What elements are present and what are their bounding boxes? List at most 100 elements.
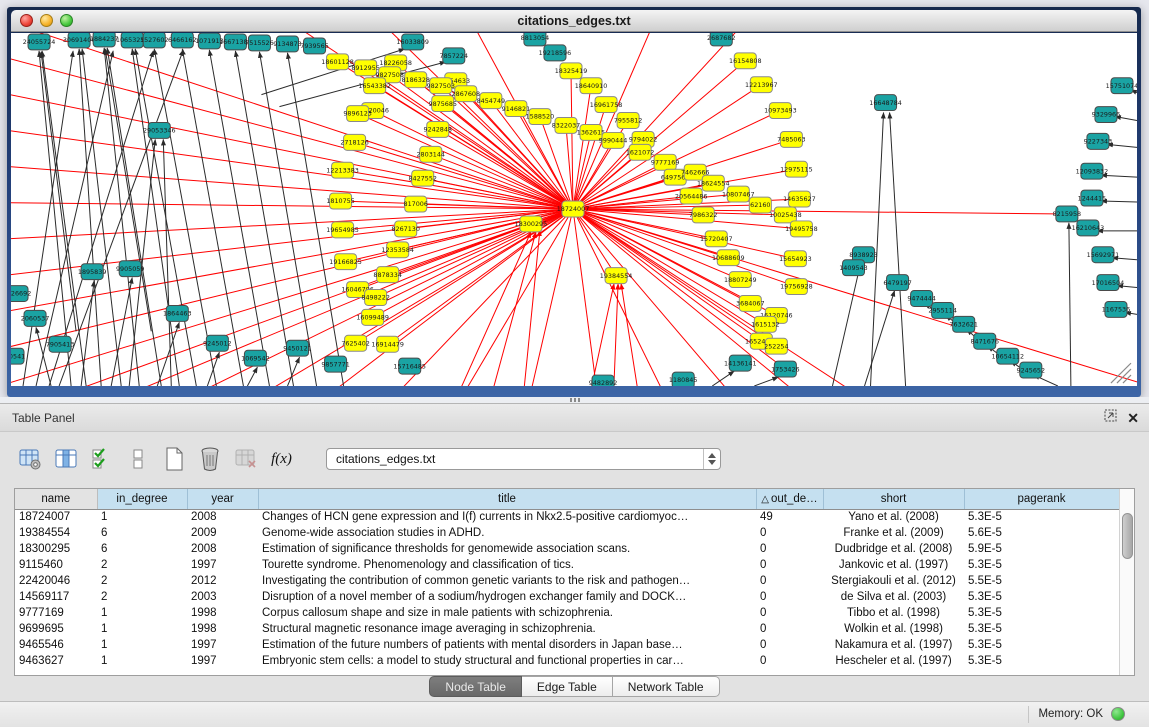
network-node-label: 16914479	[371, 340, 404, 348]
function-builder-icon[interactable]: f(x)	[268, 446, 295, 473]
network-edge[interactable]	[438, 129, 573, 209]
node-table-grid[interactable]: namein_degreeyeartitle△out_de…shortpager…	[15, 489, 1120, 669]
cell-pagerank: 5.6E-5	[964, 525, 1119, 541]
network-edge[interactable]	[754, 377, 778, 386]
float-panel-icon[interactable]	[1104, 404, 1117, 432]
network-node-label: 6479197	[883, 279, 912, 287]
canvas-resize-grip[interactable]	[1111, 363, 1131, 383]
network-edge[interactable]	[573, 209, 682, 386]
cell-name: 9463627	[15, 653, 97, 669]
network-node-label: 2526692	[11, 290, 31, 298]
splitter-grip-icon[interactable]	[570, 398, 582, 402]
network-edge[interactable]	[11, 162, 573, 209]
delete-table-icon[interactable]	[232, 446, 259, 473]
table-row[interactable]: 1872400712008Changes of HCN gene express…	[15, 509, 1119, 525]
application-screen: citations_edges.txt 24055724306914061884…	[0, 0, 1149, 727]
network-node-label: 8471676	[970, 337, 999, 345]
network-node-label: 9857771	[321, 360, 350, 368]
network-edge[interactable]	[442, 209, 573, 386]
network-edge[interactable]	[1101, 201, 1137, 202]
network-edge[interactable]	[712, 371, 734, 386]
network-edge[interactable]	[42, 51, 86, 386]
close-button[interactable]	[20, 14, 33, 27]
deselect-all-icon[interactable]	[124, 446, 151, 473]
tab-network-table[interactable]: Network Table	[613, 676, 720, 697]
table-scrollbar-thumb[interactable]	[1122, 513, 1133, 559]
table-row[interactable]: 1456911722003Disruption of a novel membe…	[15, 589, 1119, 605]
network-edge[interactable]	[11, 33, 573, 209]
table-settings-icon[interactable]	[16, 446, 43, 473]
network-node-label: 7939565	[300, 42, 329, 50]
network-edge[interactable]	[111, 278, 132, 386]
table-row[interactable]: 1830029562008Estimation of significance …	[15, 541, 1119, 557]
network-canvas[interactable]: 2405572430691406188423710653257152760264…	[11, 33, 1137, 386]
column-header-pagerank[interactable]: pagerank	[964, 489, 1119, 509]
network-edge[interactable]	[1101, 175, 1137, 177]
network-edge[interactable]	[865, 291, 895, 386]
delete-column-icon[interactable]	[196, 446, 223, 473]
network-edge[interactable]	[621, 284, 644, 386]
column-header-name[interactable]: name	[15, 489, 97, 509]
memory-status-indicator[interactable]	[1111, 707, 1125, 721]
network-node-label: 19166825	[329, 258, 362, 266]
citation-network-graph[interactable]: 2405572430691406188423710653257152760264…	[11, 33, 1137, 386]
cell-in_degree: 1	[97, 637, 187, 653]
network-edge[interactable]	[573, 86, 591, 209]
network-edge[interactable]	[358, 114, 573, 209]
network-edge[interactable]	[890, 113, 906, 386]
table-row[interactable]: 911546021997Tourette syndrome. Phenomeno…	[15, 557, 1119, 573]
zoom-button[interactable]	[60, 14, 73, 27]
table-row[interactable]: 946554611997Estimation of the future num…	[15, 637, 1119, 653]
network-edge[interactable]	[79, 49, 101, 386]
network-edge[interactable]	[235, 51, 293, 386]
network-edge[interactable]	[11, 43, 573, 209]
table-row[interactable]: 1938455462009Genome-wide association stu…	[15, 525, 1119, 541]
network-edge[interactable]	[612, 284, 618, 386]
table-scrollbar[interactable]	[1119, 489, 1134, 675]
network-node-label: 7515526	[245, 39, 274, 47]
close-panel-icon[interactable]: ✕	[1127, 404, 1139, 432]
network-node-label: 790541	[11, 352, 25, 360]
network-edge[interactable]	[482, 232, 536, 386]
network-edge[interactable]	[375, 86, 573, 209]
select-all-icon[interactable]	[88, 446, 115, 473]
network-edge[interactable]	[247, 367, 257, 386]
network-node-label: 2060537	[21, 315, 50, 323]
table-selector[interactable]: citations_edges.txt	[326, 448, 721, 470]
network-node-label: 7986322	[689, 211, 718, 219]
network-edge[interactable]	[132, 49, 179, 386]
column-header-short[interactable]: short	[823, 489, 964, 509]
column-management-icon[interactable]	[52, 446, 79, 473]
network-edge[interactable]	[832, 264, 860, 386]
sort-ascending-icon: △	[761, 494, 769, 505]
network-edge[interactable]	[11, 209, 573, 361]
network-edge[interactable]	[582, 284, 614, 386]
network-node-label: 2803144	[416, 151, 445, 159]
tab-edge-table[interactable]: Edge Table	[522, 676, 613, 697]
network-edge[interactable]	[573, 209, 616, 276]
column-header-in_degree[interactable]: in_degree	[97, 489, 187, 509]
table-row[interactable]: 969969511998Structural magnetic resonanc…	[15, 621, 1119, 637]
network-node-label: 8454749	[477, 97, 506, 105]
network-node-label: 12093832	[1076, 167, 1109, 175]
column-header-year[interactable]: year	[187, 489, 258, 509]
table-row[interactable]: 946362711997Embryonic stem cells: a mode…	[15, 653, 1119, 669]
cell-title: Tourette syndrome. Phenomenology and cla…	[258, 557, 756, 573]
network-node-label: 16154808	[729, 57, 762, 65]
table-row[interactable]: 2242004622012Investigating the contribut…	[15, 573, 1119, 589]
column-header-out_degree[interactable]: △out_de…	[756, 489, 823, 509]
network-edge[interactable]	[442, 232, 531, 386]
window-title: citations_edges.txt	[11, 10, 1137, 32]
network-edge[interactable]	[41, 209, 573, 386]
cell-year: 2009	[187, 525, 258, 541]
network-window-titlebar[interactable]: citations_edges.txt	[11, 10, 1137, 32]
minimize-button[interactable]	[40, 14, 53, 27]
new-column-icon[interactable]	[160, 446, 187, 473]
column-header-title[interactable]: title	[258, 489, 756, 509]
network-node-label: 12213967	[745, 81, 778, 89]
table-row[interactable]: 977716911998Corpus callosum shape and si…	[15, 605, 1119, 621]
tab-node-table[interactable]: Node Table	[429, 676, 522, 697]
network-edge[interactable]	[573, 105, 606, 209]
network-edge[interactable]	[207, 352, 219, 386]
network-edge[interactable]	[287, 53, 343, 386]
